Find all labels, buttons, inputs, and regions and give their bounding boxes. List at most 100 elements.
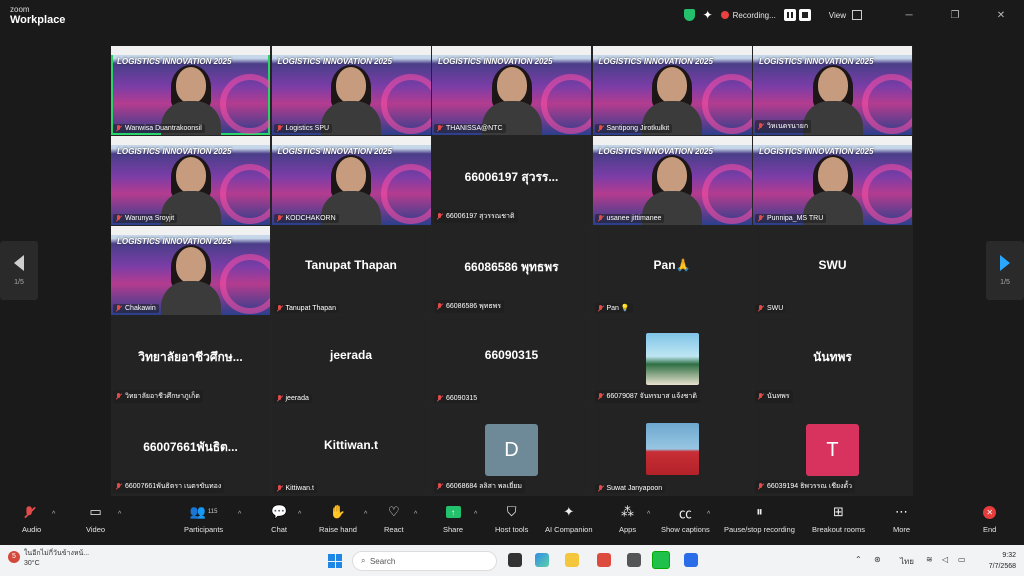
- audio-button[interactable]: Audio: [22, 503, 41, 534]
- view-button[interactable]: View: [829, 11, 846, 20]
- participant-tile[interactable]: jeerada jeerada: [271, 316, 431, 405]
- battery-icon[interactable]: ▭: [958, 555, 966, 564]
- more-label: More: [893, 525, 911, 534]
- clock[interactable]: 9:32 7/7/2568: [989, 550, 1016, 572]
- participant-tile[interactable]: 66007661พันธิต... 66007661พันธิตรา เนตรขั…: [111, 406, 270, 495]
- previous-page-button[interactable]: 1/5: [0, 241, 38, 300]
- participant-tile[interactable]: Kittiwan.t Kittiwan.t: [271, 406, 431, 495]
- edge-browser-icon[interactable]: [535, 553, 549, 567]
- participant-display-name: jeerada: [329, 348, 373, 362]
- host-tools-button[interactable]: ⛉ Host tools: [495, 503, 528, 534]
- captions-label: Show captions: [661, 525, 710, 534]
- participant-tile[interactable]: T 66039194 ธิพวรรณ เชียงตั้ว: [753, 406, 912, 495]
- participant-tile[interactable]: LOGISTICS INNOVATION 2025 usanee jittiman…: [592, 136, 752, 225]
- participant-name: THANISSA@NTC: [446, 125, 503, 132]
- tray-chevron-icon[interactable]: ⌃: [855, 555, 862, 564]
- participant-tile[interactable]: Tanupat Thapan Tanupat Thapan: [271, 226, 431, 315]
- ai-companion-button[interactable]: ✦ AI Companion: [545, 503, 593, 534]
- react-options-chevron-icon[interactable]: ^: [414, 511, 417, 518]
- participant-tile[interactable]: 66086586 พุทธพร 66086586 พุทธพร: [432, 226, 591, 315]
- app-icon[interactable]: [627, 553, 641, 567]
- security-shield-icon[interactable]: [683, 9, 695, 21]
- participant-tile[interactable]: 66079087 จันทรมาส แจ้งชาติ: [592, 316, 752, 405]
- file-explorer-icon[interactable]: [565, 553, 579, 567]
- apps-options-chevron-icon[interactable]: ^: [647, 511, 650, 518]
- participant-tile[interactable]: SWU SWU: [753, 226, 912, 315]
- show-captions-button[interactable]: ㏄ Show captions: [661, 503, 710, 535]
- apps-button[interactable]: ⁂ Apps: [619, 503, 636, 534]
- participant-tile[interactable]: วิทยาลัยอาชีวศึกษ... วิทยาลัยอาชีวศึกษาภู…: [111, 316, 270, 405]
- stop-recording-icon[interactable]: [798, 9, 811, 21]
- participant-name-tag: 66006197 สุวรรณชาติ: [434, 210, 518, 223]
- wifi-icon[interactable]: ≋: [926, 555, 933, 564]
- heart-icon: ♡: [387, 504, 400, 519]
- mic-muted-icon: [277, 125, 283, 132]
- mic-muted-icon: [277, 395, 283, 402]
- windows-start-icon[interactable]: [328, 554, 342, 568]
- audio-options-chevron-icon[interactable]: ^: [52, 511, 55, 518]
- next-page-button[interactable]: 1/5: [986, 241, 1024, 300]
- minimize-icon[interactable]: ─: [886, 10, 932, 21]
- notification-badge: 5: [8, 551, 20, 563]
- share-options-chevron-icon[interactable]: ^: [474, 511, 477, 518]
- chat-options-chevron-icon[interactable]: ^: [298, 511, 301, 518]
- sponsor-logos: [432, 46, 591, 55]
- raise-hand-button[interactable]: ✋ Raise hand: [319, 503, 357, 534]
- participant-tile[interactable]: LOGISTICS INNOVATION 2025 Santipong Jirot…: [592, 46, 752, 135]
- react-button[interactable]: ♡ React: [384, 503, 404, 534]
- zoom-taskbar-icon[interactable]: [684, 553, 698, 567]
- participant-name-tag: Pan 💡: [594, 303, 633, 313]
- participant-tile[interactable]: LOGISTICS INNOVATION 2025 Logistics SPU: [271, 46, 431, 135]
- participant-tile[interactable]: LOGISTICS INNOVATION 2025 Chakawin: [111, 226, 270, 315]
- participant-tile[interactable]: LOGISTICS INNOVATION 2025 Warunya Sroyjit: [111, 136, 270, 225]
- pause-stop-recording-button[interactable]: ⏸ Pause/stop recording: [724, 503, 795, 534]
- mic-muted-icon: [598, 215, 604, 222]
- close-window-icon[interactable]: ✕: [978, 10, 1024, 21]
- participant-tile[interactable]: LOGISTICS INNOVATION 2025 วิหเนตรนายก: [753, 46, 912, 135]
- pause-recording-icon[interactable]: [783, 9, 796, 21]
- participant-tile[interactable]: นันทพร นันทพร: [753, 316, 912, 405]
- line-icon[interactable]: [652, 551, 670, 569]
- chat-button[interactable]: 💬 Chat: [271, 503, 287, 534]
- mic-muted-icon: [116, 483, 122, 490]
- participant-tile[interactable]: LOGISTICS INNOVATION 2025 Punnipa_MS TRU: [753, 136, 912, 225]
- volume-icon[interactable]: ◁: [942, 555, 948, 564]
- end-meeting-button[interactable]: ✕ End: [983, 503, 996, 534]
- taskbar-search[interactable]: ⌕ Search: [352, 551, 497, 571]
- share-screen-icon: ↑: [445, 503, 461, 521]
- participant-tile[interactable]: LOGISTICS INNOVATION 2025 KODCHAKORN: [271, 136, 431, 225]
- participant-tile[interactable]: LOGISTICS INNOVATION 2025 Wanwisa Duantra…: [111, 46, 270, 135]
- participants-count: 115: [207, 509, 218, 515]
- sponsor-logos: [111, 226, 270, 235]
- share-button[interactable]: ↑ Share: [443, 503, 463, 534]
- video-button[interactable]: ▭ Video: [86, 503, 105, 534]
- chrome-icon[interactable]: [597, 553, 611, 567]
- background-ring: [220, 254, 270, 314]
- participant-tile[interactable]: Pan🙏 Pan 💡: [592, 226, 752, 315]
- tray-app-icon[interactable]: ⊛: [874, 555, 881, 564]
- captions-options-chevron-icon[interactable]: ^: [707, 511, 710, 518]
- participant-name: Warunya Sroyjit: [125, 215, 175, 222]
- ai-companion-sparkle-icon: ✦: [563, 504, 575, 519]
- view-grid-icon[interactable]: [852, 10, 862, 20]
- avatar-initial: D: [504, 438, 519, 461]
- participant-tile[interactable]: 66006197 สุวรร... 66006197 สุวรรณชาติ: [432, 136, 591, 225]
- weather-widget[interactable]: 5 ในอีกไม่กี่วันข้างหน้... 30°C: [8, 549, 89, 569]
- participant-tile[interactable]: 66090315 66090315: [432, 316, 591, 405]
- apps-label: Apps: [619, 525, 637, 534]
- video-options-chevron-icon[interactable]: ^: [118, 511, 121, 518]
- participants-options-chevron-icon[interactable]: ^: [238, 511, 241, 518]
- more-button[interactable]: ⋯ More: [893, 503, 910, 534]
- restore-icon[interactable]: ❐: [932, 10, 978, 21]
- mic-muted-icon: [437, 213, 443, 220]
- participants-button[interactable]: 👥 115 Participants: [184, 503, 223, 534]
- breakout-rooms-button[interactable]: ⊞ Breakout rooms: [812, 503, 865, 534]
- raise-hand-options-chevron-icon[interactable]: ^: [364, 511, 367, 518]
- ai-sparkle-icon[interactable]: ✦: [703, 8, 713, 22]
- participant-tile[interactable]: D 66068684 ลลิสา พลเยี่ยม: [432, 406, 591, 495]
- participant-name-tag: Logistics SPU: [273, 124, 333, 133]
- participant-tile[interactable]: Suwat Janyapoon: [592, 406, 752, 495]
- task-view-icon[interactable]: [508, 553, 522, 567]
- participant-tile[interactable]: LOGISTICS INNOVATION 2025 THANISSA@NTC: [432, 46, 591, 135]
- language-indicator[interactable]: ไทย: [900, 555, 914, 568]
